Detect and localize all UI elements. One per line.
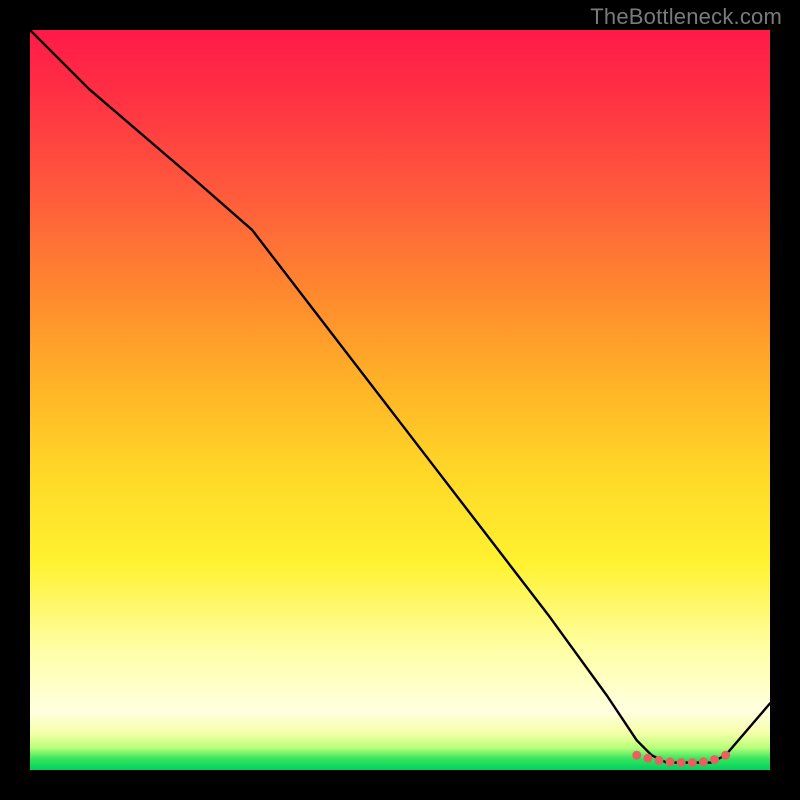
curve-layer — [30, 30, 770, 770]
optimal-point-marker — [643, 754, 652, 763]
optimal-point-marker — [721, 751, 730, 760]
optimal-range-markers — [632, 751, 730, 767]
optimal-point-marker — [666, 757, 675, 766]
bottleneck-curve — [30, 30, 770, 763]
watermark-text: TheBottleneck.com — [590, 4, 782, 30]
optimal-point-marker — [655, 756, 664, 765]
optimal-point-marker — [699, 757, 708, 766]
optimal-point-marker — [688, 758, 697, 767]
optimal-point-marker — [632, 751, 641, 760]
optimal-point-marker — [677, 758, 686, 767]
chart-frame: TheBottleneck.com — [0, 0, 800, 800]
plot-area — [30, 30, 770, 770]
optimal-point-marker — [710, 755, 719, 764]
